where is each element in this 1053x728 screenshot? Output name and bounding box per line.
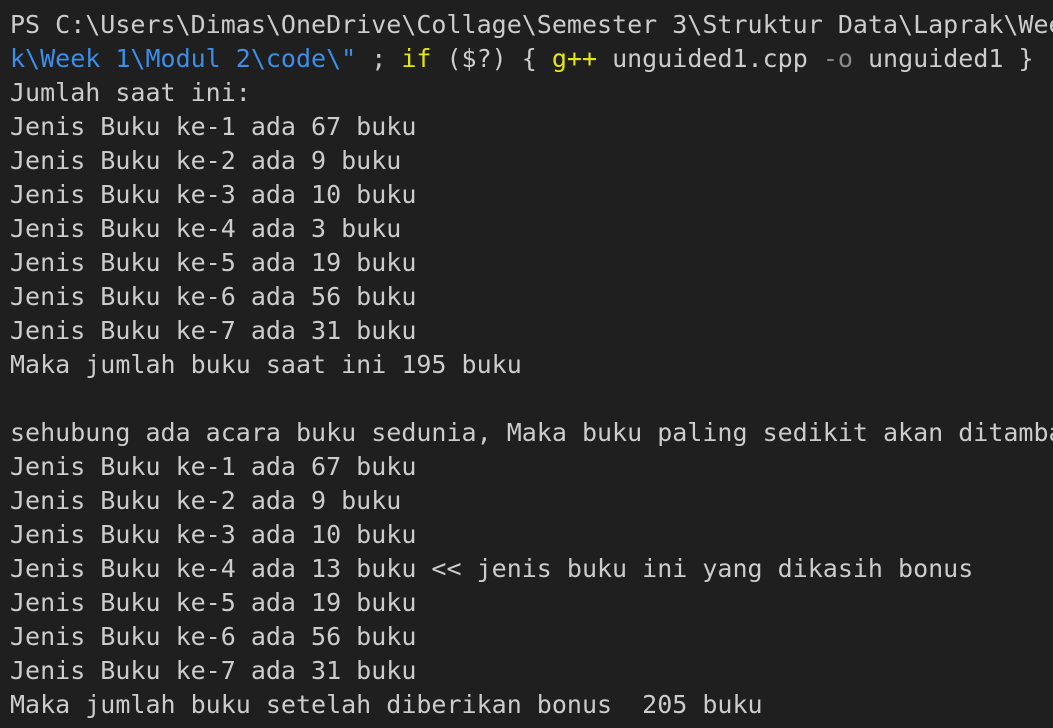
prompt-line-1: PS C:\Users\Dimas\OneDrive\Collage\Semes…: [10, 10, 1053, 39]
output-line: Jenis Buku ke-1 ada 67 buku: [10, 112, 417, 141]
output-line: Maka jumlah buku setelah diberikan bonus…: [10, 690, 763, 719]
prompt-if-keyword: if: [401, 44, 432, 73]
output-line: Jenis Buku ke-6 ada 56 buku: [10, 622, 417, 651]
output-line: Maka jumlah buku saat ini 195 buku: [10, 350, 522, 379]
output-line: Jenis Buku ke-3 ada 10 buku: [10, 520, 417, 549]
output-line: Jenis Buku ke-4 ada 3 buku: [10, 214, 402, 243]
output-line: Jenis Buku ke-7 ada 31 buku: [10, 656, 417, 685]
prompt-compiler: g++: [551, 44, 598, 73]
output-line: Jenis Buku ke-5 ada 19 buku: [10, 248, 417, 277]
output-line: sehubung ada acara buku sedunia, Maka bu…: [10, 418, 1053, 447]
output-line: Jenis Buku ke-6 ada 56 buku: [10, 282, 417, 311]
output-line: Jenis Buku ke-5 ada 19 buku: [10, 588, 417, 617]
prompt-condition: ($?) {: [431, 44, 552, 73]
output-line: Jenis Buku ke-2 ada 9 buku: [10, 486, 402, 515]
output-line: Jenis Buku ke-2 ada 9 buku: [10, 146, 402, 175]
prompt-path: k\Week 1\Modul 2\code\": [10, 44, 357, 73]
prompt-source-file: unguided1.cpp: [597, 44, 823, 73]
output-line: Jenis Buku ke-7 ada 31 buku: [10, 316, 417, 345]
prompt-line-2: k\Week 1\Modul 2\code\" ; if ($?) { g++ …: [10, 42, 1053, 76]
output-line: Jenis Buku ke-3 ada 10 buku: [10, 180, 417, 209]
prompt-separator: ;: [356, 44, 402, 73]
output-line: Jenis Buku ke-4 ada 13 buku << jenis buk…: [10, 554, 974, 583]
prompt-output-name: unguided1 } ;: [852, 44, 1053, 73]
prompt-output-flag: -o: [822, 44, 853, 73]
terminal-output[interactable]: PS C:\Users\Dimas\OneDrive\Collage\Semes…: [0, 0, 1053, 728]
output-line: Jenis Buku ke-1 ada 67 buku: [10, 452, 417, 481]
output-line: Jumlah saat ini:: [10, 78, 251, 107]
